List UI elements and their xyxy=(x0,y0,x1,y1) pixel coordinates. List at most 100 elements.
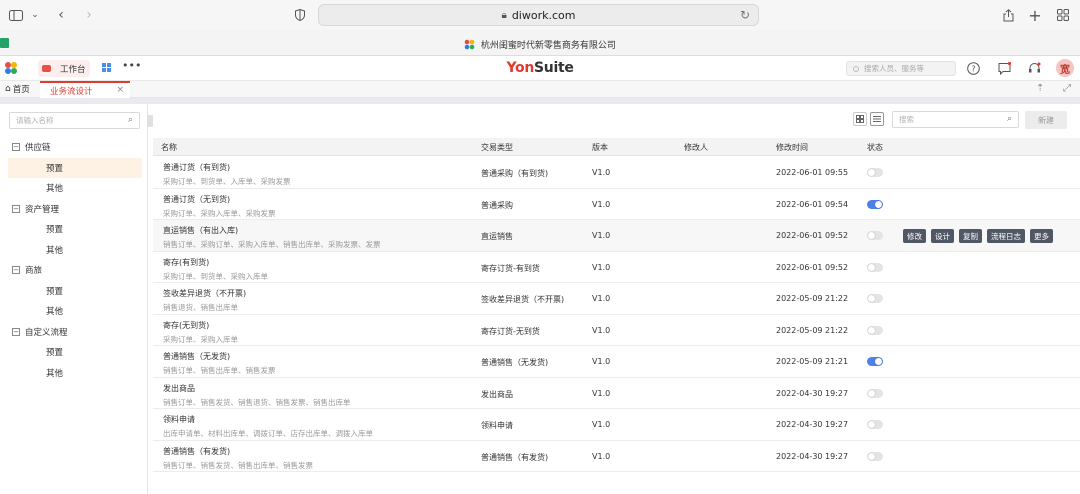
forward-arrow-icon[interactable]: › xyxy=(82,6,96,24)
flow-name: 寄存(无到货) xyxy=(163,320,210,330)
modified-time: 2022-04-30 19:27 xyxy=(776,420,849,429)
header-status[interactable]: 状态 xyxy=(867,142,883,153)
address-bar[interactable]: 🔒︎ diwork.com ↻ xyxy=(318,4,759,26)
row-action-button[interactable]: 更多 xyxy=(1030,229,1053,243)
flow-documents: 采购订单、采购入库单、采购发票 xyxy=(163,208,276,218)
row-action-button[interactable]: 流程日志 xyxy=(987,229,1025,243)
row-action-button[interactable]: 设计 xyxy=(931,229,954,243)
search-icon[interactable]: ⌕ xyxy=(1007,114,1012,124)
card-view-icon[interactable] xyxy=(853,112,867,126)
version: V1.0 xyxy=(592,262,611,272)
help-icon[interactable]: ? xyxy=(966,61,980,75)
new-button[interactable]: 新建 xyxy=(1025,111,1067,129)
version: V1.0 xyxy=(592,325,611,335)
status-toggle[interactable] xyxy=(867,294,883,303)
browser-tab[interactable]: 杭州闺蜜时代新零售商务有限公司 xyxy=(0,38,1080,53)
svg-text:?: ? xyxy=(971,64,975,73)
table-row[interactable]: 签收差异退货（不开票) 销售退货、销售出库单 签收差异退货（不开票) V1.0 2022… xyxy=(153,283,1080,315)
tab-home[interactable]: ⌂ 首页 xyxy=(5,83,30,95)
plus-icon[interactable]: + xyxy=(1028,6,1042,25)
chevron-down-icon[interactable]: ⌄ xyxy=(30,6,40,24)
table-row[interactable]: 普通订货（有到货) 采购订单、到货单、入库单、采购发票 普通采购（有到货) V1.0 2… xyxy=(153,157,1080,189)
header-type[interactable]: 交易类型 xyxy=(481,142,513,153)
headset-icon[interactable] xyxy=(1027,61,1041,75)
table-row[interactable]: 寄存(有到货) 采购订单、到货单、采购入库单 寄存订货-有到货 V1.0 2022-06… xyxy=(153,252,1080,283)
tree-group[interactable]: − 商旅 xyxy=(0,260,148,281)
status-toggle[interactable] xyxy=(867,451,883,461)
category-tree: − 供应链 预置 其他 − 资产管理 预置 其他 − 商旅 预置 其他 − 自定义流程 预置 其他 xyxy=(0,137,148,383)
header-version[interactable]: 版本 xyxy=(592,142,608,153)
reload-icon[interactable]: ↻ xyxy=(740,8,750,22)
status-toggle[interactable] xyxy=(867,199,883,209)
shield-icon[interactable] xyxy=(293,6,307,24)
modified-time: 2022-06-01 09:52 xyxy=(776,262,849,272)
header-modifier[interactable]: 修改人 xyxy=(684,142,708,153)
status-toggle[interactable] xyxy=(867,168,883,177)
global-search-input[interactable]: 搜索人员、服务等 xyxy=(846,61,956,76)
flow-documents: 采购订单、采购入库单 xyxy=(163,334,238,344)
tree-leaf[interactable]: 其他 xyxy=(8,240,142,261)
list-view-icon[interactable] xyxy=(870,112,884,126)
expand-icon[interactable]: ⤢ xyxy=(1063,83,1071,94)
tree-group[interactable]: − 供应链 xyxy=(0,137,148,158)
table-header: 名称 交易类型 版本 修改人 修改时间 状态 xyxy=(153,138,1080,156)
row-action-button[interactable]: 复制 xyxy=(959,229,982,243)
tree-leaf[interactable]: 预置 xyxy=(8,219,142,240)
tree-leaf[interactable]: 预置 xyxy=(8,281,142,302)
collapse-toggle-icon[interactable]: − xyxy=(12,327,20,336)
tree-leaf[interactable]: 预置 xyxy=(8,342,142,363)
close-icon[interactable]: × xyxy=(116,85,124,95)
status-toggle[interactable] xyxy=(867,357,883,366)
collapse-toggle-icon[interactable]: − xyxy=(12,204,20,213)
sidebar-search-input[interactable]: 请输入名称 ⌕ xyxy=(9,112,140,129)
row-name-cell: 发出商品 销售订单、销售发货、销售退货、销售发票、销售出库单 xyxy=(163,383,351,408)
transaction-type: 直运销售 xyxy=(481,232,513,241)
tree-group[interactable]: − 自定义流程 xyxy=(0,322,148,343)
sidebar-toggle-icon[interactable] xyxy=(8,6,24,24)
table-row[interactable]: 发出商品 销售订单、销售发货、销售退货、销售发票、销售出库单 发出商品 V1.0 202… xyxy=(153,378,1080,409)
header-modified-time[interactable]: 修改时间 xyxy=(776,142,808,153)
status-toggle[interactable] xyxy=(867,262,883,272)
tree-leaf[interactable]: 其他 xyxy=(8,301,142,322)
flow-name: 普通订货（有到货) xyxy=(163,163,231,172)
flow-name: 普通销售（有发货) xyxy=(163,446,231,456)
modified-time: 2022-06-01 09:54 xyxy=(776,199,849,209)
back-arrow-icon[interactable]: ‹ xyxy=(54,6,68,24)
avatar[interactable]: 宽 xyxy=(1056,59,1074,77)
status-toggle[interactable] xyxy=(867,231,883,240)
flow-documents: 采购订单、到货单、采购入库单 xyxy=(163,271,268,281)
status-toggle[interactable] xyxy=(867,325,883,335)
flow-name: 签收差异退货（不开票) xyxy=(163,289,247,298)
table-search-input[interactable]: 搜索 ⌕ xyxy=(892,111,1019,128)
tree-leaf[interactable]: 预置 xyxy=(8,157,142,178)
upload-icon[interactable]: ⇡ xyxy=(1036,83,1044,94)
tab-business-flow-design[interactable]: 业务流设计 × xyxy=(40,81,130,98)
transaction-type: 发出商品 xyxy=(481,389,513,399)
table-row[interactable]: 普通销售（无发货) 销售订单、销售出库单、销售发票 普通销售（无发货) V1.0 202… xyxy=(153,346,1080,378)
tree-leaf[interactable]: 其他 xyxy=(8,178,142,199)
status-toggle[interactable] xyxy=(867,420,883,429)
status-toggle[interactable] xyxy=(867,388,883,398)
tree-group[interactable]: − 资产管理 xyxy=(0,199,148,220)
transaction-type: 寄存订货-无到货 xyxy=(481,326,540,336)
table-row[interactable]: 普通订货（无到货) 采购订单、采购入库单、采购发票 普通采购 V1.0 2022-06-… xyxy=(153,189,1080,220)
collapse-toggle-icon[interactable]: − xyxy=(12,266,20,275)
modified-time: 2022-04-30 19:27 xyxy=(776,388,849,398)
row-action-button[interactable]: 修改 xyxy=(903,229,926,243)
app-header: 工作台 ••• YonSuite 搜索人员、服务等 ? 宽 xyxy=(0,56,1080,81)
spreadsheet-favicon-icon[interactable] xyxy=(0,38,9,48)
collapse-toggle-icon[interactable]: − xyxy=(12,143,20,152)
modified-time: 2022-05-09 21:22 xyxy=(776,325,849,335)
header-name[interactable]: 名称 xyxy=(161,142,177,153)
table-row[interactable]: 领料申请 出库申请单、材料出库单、调拨订单、店存出库单、调拨入库单 领料申请 V1.0… xyxy=(153,409,1080,441)
table-row[interactable]: 普通销售（有发货) 销售订单、销售发货、销售出库单、销售发票 普通销售（有发货) V1… xyxy=(153,441,1080,472)
table-row[interactable]: 直运销售（有出入库) 销售订单、采购订单、采购入库单、销售出库单、采购发票、发票直… xyxy=(153,220,1080,252)
tree-leaf[interactable]: 其他 xyxy=(8,363,142,384)
share-icon[interactable] xyxy=(1001,6,1015,24)
transaction-type: 领料申请 xyxy=(481,421,513,430)
search-icon[interactable]: ⌕ xyxy=(128,115,133,125)
tab-grid-icon[interactable] xyxy=(1056,6,1070,24)
message-icon[interactable] xyxy=(997,61,1011,75)
table-row[interactable]: 寄存(无到货) 采购订单、采购入库单 寄存订货-无到货 V1.0 2022-05-09 … xyxy=(153,315,1080,346)
version: V1.0 xyxy=(592,357,611,366)
